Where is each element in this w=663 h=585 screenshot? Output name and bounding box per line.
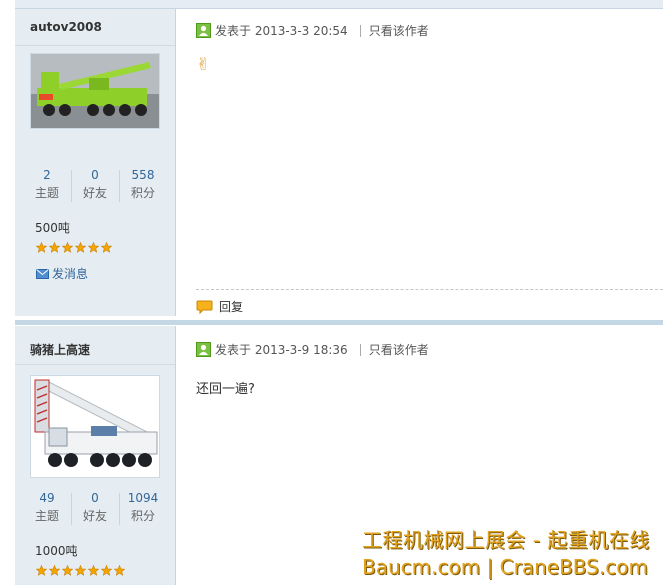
- stat-friends-label: 好友: [82, 186, 107, 200]
- meta-divider: [359, 24, 361, 37]
- watermark-line-2: Baucm.com | CraneBBS.com: [362, 555, 648, 579]
- author-name[interactable]: autov2008: [30, 20, 102, 34]
- avatar-image-white-crane: [31, 376, 159, 477]
- reply-bubble-icon: [196, 300, 213, 314]
- envelope-icon: [36, 268, 49, 279]
- avatar-image-green-crane: [31, 54, 159, 128]
- post-meta: 发表于 2013-3-9 18:36 只看该作者: [196, 341, 429, 358]
- stat-points[interactable]: 1094 积分: [119, 489, 167, 525]
- star-icon: [62, 242, 73, 253]
- stat-points-count[interactable]: 558: [119, 166, 167, 184]
- author-separator: [15, 364, 175, 365]
- post-meta: 发表于 2013-3-3 20:54 只看该作者: [196, 22, 429, 39]
- author-stats: 49 主题 0 好友 1094 积分: [23, 489, 167, 529]
- rank-stars: [36, 565, 125, 576]
- watermark-line-1: 工程机械网上展会 - 起重机在线: [362, 528, 650, 552]
- author-stats: 2 主题 0 好友 558 积分: [23, 166, 167, 206]
- stat-points[interactable]: 558 积分: [119, 166, 167, 202]
- post-timestamp: 发表于 2013-3-9 18:36: [215, 343, 348, 357]
- star-icon: [36, 565, 47, 576]
- stat-threads-count[interactable]: 2: [23, 166, 71, 184]
- star-icon: [75, 242, 86, 253]
- victory-hand-emoji: ✌: [196, 55, 211, 75]
- star-icon: [101, 565, 112, 576]
- post-timestamp: 发表于 2013-3-3 20:54: [215, 24, 348, 38]
- stat-threads-label: 主题: [34, 186, 59, 200]
- author-name[interactable]: 骑猪上高速: [30, 341, 90, 358]
- author-separator: [15, 45, 175, 46]
- user-rank: 1000吨: [35, 544, 78, 558]
- star-icon: [114, 565, 125, 576]
- star-icon: [49, 565, 60, 576]
- stat-points-label: 积分: [130, 186, 155, 200]
- post-footer-divider: [196, 289, 663, 290]
- stat-friends-label: 好友: [82, 509, 107, 523]
- send-message-link[interactable]: 发消息: [36, 265, 88, 282]
- user-rank: 500吨: [35, 221, 70, 235]
- star-icon: [62, 565, 73, 576]
- post-top-border: [15, 0, 663, 9]
- post-content: 还回一遍?: [196, 382, 255, 397]
- author-sidebar: 骑猪上高速 49 主题 0 好友 1094 积分 1000吨: [15, 326, 176, 585]
- stat-friends[interactable]: 0 好友: [71, 489, 119, 525]
- avatar[interactable]: [30, 53, 160, 129]
- post-body: 发表于 2013-3-3 20:54 只看该作者 ✌ 回复: [176, 9, 663, 316]
- avatar[interactable]: [30, 375, 160, 478]
- stat-threads[interactable]: 2 主题: [23, 166, 71, 202]
- only-author-link[interactable]: 只看该作者: [369, 341, 429, 358]
- stat-points-count[interactable]: 1094: [119, 489, 167, 507]
- online-user-icon: [196, 23, 211, 38]
- star-icon: [36, 242, 47, 253]
- stat-threads-label: 主题: [34, 509, 59, 523]
- reply-button[interactable]: 回复: [196, 298, 243, 315]
- post-1: autov2008 2 主题 0 好友 558 积分 500吨 发消息 发表于 …: [15, 9, 663, 316]
- stat-points-label: 积分: [130, 509, 155, 523]
- post-divider: [15, 320, 663, 325]
- stat-threads[interactable]: 49 主题: [23, 489, 71, 525]
- star-icon: [88, 242, 99, 253]
- stat-threads-count[interactable]: 49: [23, 489, 71, 507]
- only-author-link[interactable]: 只看该作者: [369, 22, 429, 39]
- meta-divider: [359, 343, 361, 356]
- star-icon: [88, 565, 99, 576]
- stat-friends-count[interactable]: 0: [71, 166, 119, 184]
- star-icon: [49, 242, 60, 253]
- send-message-label[interactable]: 发消息: [52, 265, 88, 282]
- stat-friends[interactable]: 0 好友: [71, 166, 119, 202]
- star-icon: [75, 565, 86, 576]
- reply-label[interactable]: 回复: [219, 298, 243, 315]
- rank-stars: [36, 242, 112, 253]
- online-user-icon: [196, 342, 211, 357]
- post-content: ✌: [196, 55, 210, 75]
- author-sidebar: autov2008 2 主题 0 好友 558 积分 500吨 发消息: [15, 9, 176, 316]
- stat-friends-count[interactable]: 0: [71, 489, 119, 507]
- star-icon: [101, 242, 112, 253]
